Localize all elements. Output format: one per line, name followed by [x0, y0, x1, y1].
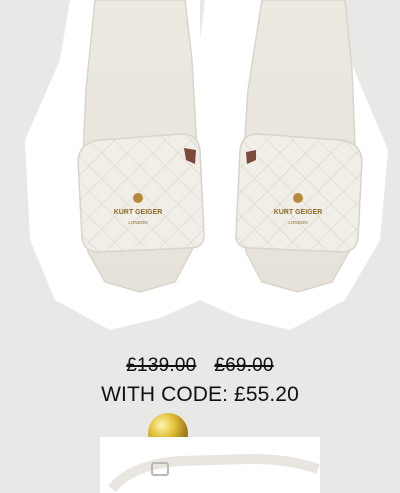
sale-price: £69.00	[214, 355, 274, 376]
eagle-logo-icon	[133, 193, 143, 203]
next-product-preview[interactable]	[90, 425, 330, 493]
original-price: £139.00	[126, 355, 197, 376]
svg-text:KURT GEIGER: KURT GEIGER	[274, 209, 323, 216]
product-card[interactable]: KURT GEIGER LONDON KURT GEIGER LONDON £1…	[0, 0, 400, 493]
code-offer-price: WITH CODE: £55.20	[101, 383, 299, 406]
product-image[interactable]: KURT GEIGER LONDON KURT GEIGER LONDON	[0, 0, 400, 340]
sandals-illustration: KURT GEIGER LONDON KURT GEIGER LONDON	[25, 0, 388, 330]
price-row: £139.00 £69.00	[0, 355, 400, 377]
svg-text:LONDON: LONDON	[288, 220, 307, 225]
price-block: £139.00 £69.00 WITH CODE: £55.20	[0, 355, 400, 407]
svg-text:LONDON: LONDON	[128, 220, 147, 225]
svg-text:KURT GEIGER: KURT GEIGER	[114, 209, 163, 216]
